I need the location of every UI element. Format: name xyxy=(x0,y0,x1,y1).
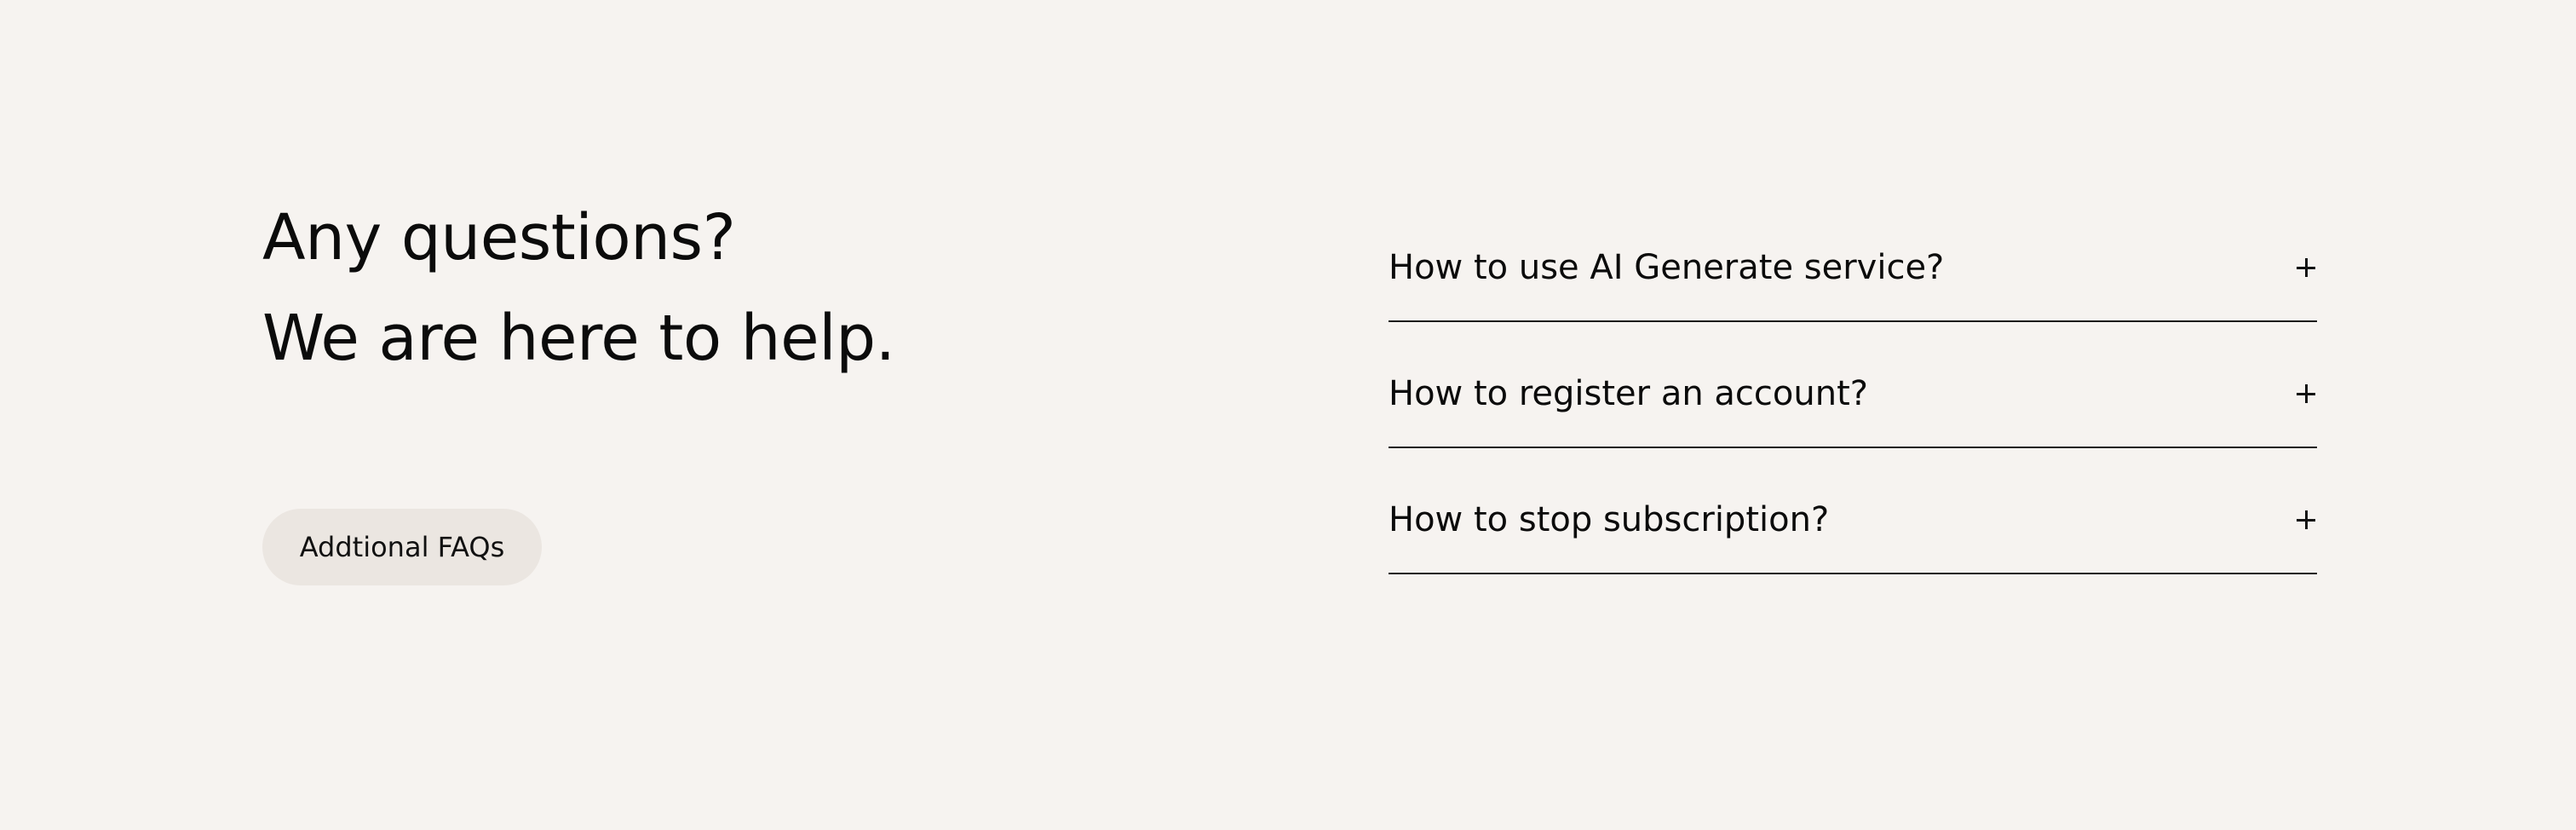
faq-question: How to use AI Generate service? xyxy=(1389,248,1945,287)
plus-icon[interactable] xyxy=(2297,384,2315,403)
faq-question: How to register an account? xyxy=(1389,374,1868,413)
faq-question: How to stop subscription? xyxy=(1389,500,1830,539)
plus-icon[interactable] xyxy=(2297,258,2315,277)
additional-faqs-button[interactable]: Addtional FAQs xyxy=(262,509,542,585)
faq-accordion: How to use AI Generate service? How to r… xyxy=(1389,198,2317,574)
faq-item-stop-subscription[interactable]: How to stop subscription? xyxy=(1389,450,2317,574)
faq-item-register-account[interactable]: How to register an account? xyxy=(1389,324,2317,448)
title-line-1: Any questions? xyxy=(262,201,736,274)
plus-icon[interactable] xyxy=(2297,510,2315,529)
page-title: Any questions? We are here to help. xyxy=(262,187,895,389)
title-line-2: We are here to help. xyxy=(262,302,895,375)
faq-intro: Any questions? We are here to help. xyxy=(262,187,895,389)
faq-item-ai-generate[interactable]: How to use AI Generate service? xyxy=(1389,198,2317,322)
